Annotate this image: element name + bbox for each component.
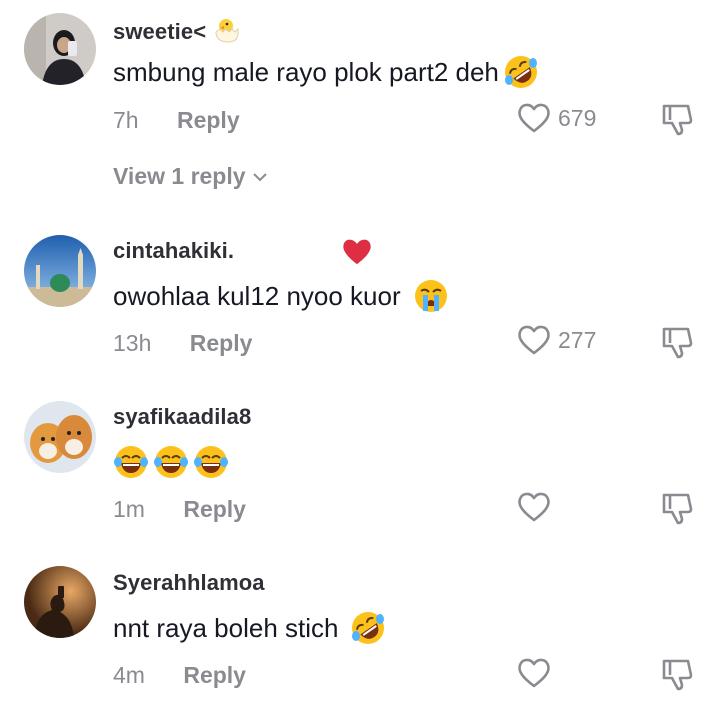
comment-text: owohlaa kul12 nyoo kuor (113, 278, 449, 314)
dislike-button[interactable] (658, 490, 694, 526)
heart-outline-icon (518, 658, 550, 688)
reply-button[interactable]: Reply (190, 330, 253, 356)
username[interactable]: Syerahhlamoa (113, 570, 265, 596)
dislike-button[interactable] (658, 656, 694, 692)
reply-button[interactable]: Reply (183, 662, 246, 688)
timestamp: 7h (113, 107, 139, 133)
thumb-down-icon (662, 493, 693, 525)
joy-emoji-icon (113, 444, 149, 480)
comment-meta: 13h Reply (113, 330, 252, 357)
username[interactable]: cintahakiki. (113, 238, 234, 264)
comment-text (113, 444, 229, 480)
red-heart-emoji-icon (343, 239, 371, 265)
reply-button[interactable]: Reply (177, 107, 240, 133)
thumb-down-icon (662, 104, 693, 136)
dislike-button[interactable] (658, 324, 694, 360)
timestamp: 13h (113, 330, 152, 356)
joy-emoji-icon (153, 444, 189, 480)
rolling-laughing-emoji-icon (350, 610, 386, 646)
dislike-button[interactable] (658, 101, 694, 137)
chevron-down-icon (252, 172, 267, 181)
comment-meta: 4m Reply (113, 662, 246, 689)
timestamp: 1m (113, 496, 145, 522)
heart-outline-icon (518, 325, 550, 355)
like-count: 679 (558, 104, 597, 131)
loudly-crying-emoji-icon (413, 278, 449, 314)
view-replies-button[interactable]: View 1 reply (113, 163, 268, 190)
like-button[interactable] (516, 489, 552, 525)
reply-button[interactable]: Reply (183, 496, 246, 522)
thumb-down-icon (662, 327, 693, 359)
like-button[interactable]: 277 (516, 322, 596, 358)
chick-emoji-icon (215, 19, 239, 43)
heart-outline-icon (518, 492, 550, 522)
joy-emoji-icon (193, 444, 229, 480)
comment-text: nnt raya boleh stich (113, 610, 386, 646)
like-button[interactable]: 679 (516, 100, 596, 136)
like-count: 277 (558, 326, 597, 353)
avatar[interactable] (24, 13, 96, 85)
comment-meta: 7h Reply (113, 107, 240, 134)
username[interactable]: syafikaadila8 (113, 404, 251, 430)
username[interactable]: sweetie< (113, 16, 240, 45)
timestamp: 4m (113, 662, 145, 688)
comment-meta: 1m Reply (113, 496, 246, 523)
comment-text: smbung male rayo plok part2 deh (113, 54, 539, 90)
rolling-laughing-emoji-icon (503, 54, 539, 90)
thumb-down-icon (662, 659, 693, 691)
heart-outline-icon (518, 103, 550, 133)
avatar[interactable] (24, 401, 96, 473)
avatar[interactable] (24, 566, 96, 638)
avatar[interactable] (24, 235, 96, 307)
like-button[interactable] (516, 655, 552, 691)
